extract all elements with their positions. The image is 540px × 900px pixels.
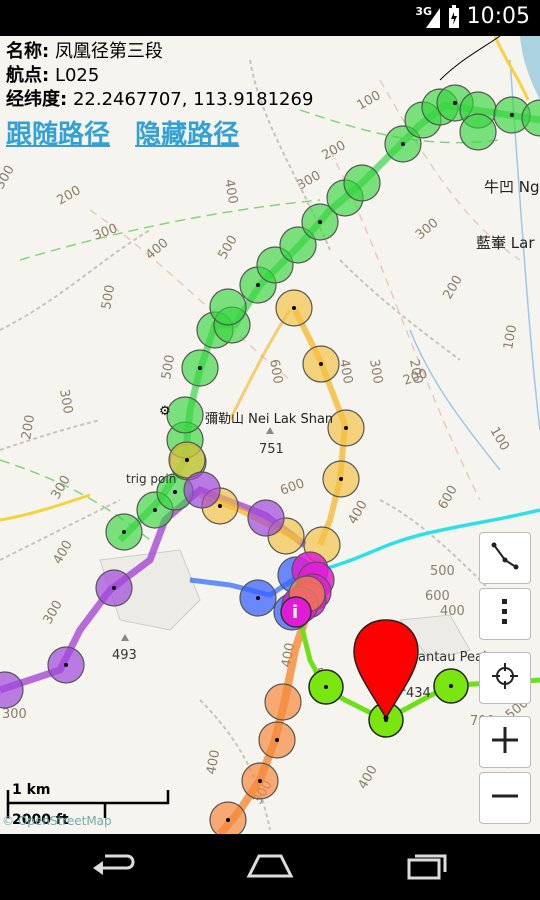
trig-point-label: trig poin xyxy=(126,472,177,486)
height-label-493: 493 xyxy=(112,648,137,663)
back-icon xyxy=(87,850,137,884)
route-line-icon xyxy=(489,540,521,576)
svg-text:600: 600 xyxy=(278,476,306,499)
svg-text:400: 400 xyxy=(440,604,465,619)
back-button[interactable] xyxy=(82,848,142,886)
svg-text:200: 200 xyxy=(19,414,38,441)
signal-icon xyxy=(426,6,440,32)
map-canvas[interactable]: 200 300 400 500 500 500 300 400 300 200 … xyxy=(0,36,540,834)
svg-text:600: 600 xyxy=(435,483,460,512)
follow-route-link[interactable]: 跟随路径 xyxy=(6,120,110,150)
waypoint-value: L025 xyxy=(54,65,100,86)
more-vert-icon xyxy=(501,597,509,631)
clock: 10:05 xyxy=(466,4,530,29)
plus-icon xyxy=(490,725,520,759)
info-marker-label: i xyxy=(292,602,299,623)
hide-route-link[interactable]: 隐藏路径 xyxy=(135,120,239,150)
svg-text:200: 200 xyxy=(401,366,429,389)
bike-icon: ⚙ xyxy=(159,404,171,419)
zoom-in-button[interactable] xyxy=(479,716,531,768)
svg-text:300: 300 xyxy=(0,163,18,192)
svg-text:100: 100 xyxy=(355,88,384,113)
svg-text:500: 500 xyxy=(430,564,455,579)
svg-text:300: 300 xyxy=(48,473,73,502)
svg-text:300: 300 xyxy=(91,221,119,244)
height-label-434: 434 xyxy=(406,686,431,701)
name-value: 凤凰径第三段 xyxy=(54,41,163,62)
svg-text:200: 200 xyxy=(55,183,84,208)
svg-text:400: 400 xyxy=(355,763,380,792)
peak-height-751: 751 xyxy=(259,442,284,457)
svg-text:600: 600 xyxy=(425,589,450,604)
waypoint-label: 航点: xyxy=(6,65,50,86)
svg-text:400: 400 xyxy=(221,178,240,205)
route-toggle-button[interactable] xyxy=(479,532,531,584)
battery-icon xyxy=(448,5,460,33)
coords-label: 经纬度: xyxy=(6,89,68,110)
svg-text:100: 100 xyxy=(487,425,512,454)
recents-icon xyxy=(403,850,453,884)
svg-text:300: 300 xyxy=(295,168,324,193)
map-view[interactable]: 200 300 400 500 500 500 300 400 300 200 … xyxy=(0,36,540,834)
svg-text:500: 500 xyxy=(99,284,118,311)
navigation-bar xyxy=(0,834,540,900)
peak-label-nei-lak-shan: 彌勒山 Nei Lak Shan xyxy=(205,412,334,427)
svg-text:300: 300 xyxy=(413,216,442,243)
svg-text:400: 400 xyxy=(204,749,223,776)
svg-text:200: 200 xyxy=(320,138,349,163)
svg-text:400: 400 xyxy=(345,498,370,527)
svg-text:400: 400 xyxy=(50,538,75,567)
home-button[interactable] xyxy=(240,848,300,886)
scale-km-label: 1 km xyxy=(12,782,51,798)
recents-button[interactable] xyxy=(398,848,458,886)
crosshair-icon xyxy=(490,661,520,695)
coords-value: 22.2467707, 113.9181269 xyxy=(72,89,314,110)
minus-icon xyxy=(490,781,520,815)
more-options-button[interactable] xyxy=(479,588,531,640)
svg-text:500: 500 xyxy=(215,233,240,262)
svg-text:300: 300 xyxy=(2,707,27,722)
svg-text:200: 200 xyxy=(440,273,465,302)
home-icon xyxy=(243,850,297,884)
place-label-lam: 藍輋 Lar xyxy=(476,234,535,252)
svg-text:300: 300 xyxy=(366,358,385,385)
svg-text:300: 300 xyxy=(40,598,65,627)
locate-button[interactable] xyxy=(479,652,531,704)
svg-text:500: 500 xyxy=(159,354,178,381)
svg-text:600: 600 xyxy=(266,358,285,385)
svg-text:400: 400 xyxy=(143,236,172,263)
place-label-ng: 牛凹 Ng xyxy=(484,178,540,196)
name-label: 名称: xyxy=(6,41,50,62)
status-bar: 3G 10:05 xyxy=(0,0,540,36)
zoom-out-button[interactable] xyxy=(479,772,531,824)
waypoint-info: 名称: 凤凰径第三段 航点: L025 经纬度: 22.2467707, 113… xyxy=(6,40,313,112)
svg-text:100: 100 xyxy=(501,324,520,351)
svg-text:300: 300 xyxy=(56,388,75,415)
map-copyright: © OpenStreetMap xyxy=(2,814,112,828)
route-actions: 跟随路径 隐藏路径 xyxy=(6,114,255,151)
